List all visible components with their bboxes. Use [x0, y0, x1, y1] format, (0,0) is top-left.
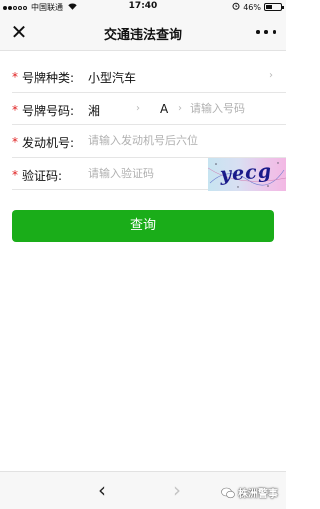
bottom-bar: ‹ › 株洲警事 [0, 471, 286, 509]
watermark: 株洲警事 [221, 485, 278, 500]
required-mark: * [12, 167, 18, 182]
watermark-text: 株洲警事 [238, 489, 278, 500]
captcha-image[interactable]: yecg [208, 157, 286, 191]
required-mark: * [12, 102, 18, 117]
alarm-icon [232, 2, 240, 12]
wechat-logo-icon [221, 487, 235, 499]
back-icon[interactable]: ‹ [98, 480, 106, 500]
captcha-input[interactable] [88, 166, 218, 180]
engine-row: * 发动机号: [12, 125, 286, 158]
captcha-label: 验证码: [22, 168, 63, 183]
required-mark: * [12, 70, 18, 84]
captcha-row: * 验证码: yecg [12, 157, 286, 191]
page-title: 交通违法查询 [103, 28, 182, 43]
engine-label: 发动机号: [22, 136, 75, 150]
forward-icon: › [173, 478, 181, 502]
battery-icon [264, 3, 284, 11]
nav-bar: ✕ 交通违法查询 [0, 14, 286, 51]
chevron-right-icon: › [269, 70, 273, 81]
plate-province-select[interactable]: 湘 [88, 102, 100, 119]
query-form: * 号牌种类: 小型汽车 › * 号牌号码: 湘 › A › * 发动机号: *… [0, 60, 286, 191]
engine-number-input[interactable] [88, 134, 258, 147]
plate-type-value[interactable]: 小型汽车 [88, 69, 136, 86]
status-right: 46% [232, 2, 284, 12]
query-button[interactable]: 查询 [12, 210, 274, 242]
plate-number-input[interactable] [190, 101, 286, 115]
plate-type-label: 号牌种类: [22, 71, 75, 85]
chevron-right-icon: › [178, 102, 182, 114]
required-mark: * [12, 135, 18, 149]
more-icon[interactable] [256, 26, 276, 38]
captcha-text: yecg [219, 159, 273, 186]
battery-percent: 46% [243, 2, 261, 12]
plate-letter-select[interactable]: A [160, 102, 168, 116]
status-bar: 中国联通 17:40 46% [0, 0, 286, 14]
chevron-right-icon: › [136, 102, 140, 114]
plate-number-label: 号牌号码: [22, 103, 75, 118]
plate-number-row: * 号牌号码: 湘 › A › [12, 93, 286, 125]
plate-type-row[interactable]: * 号牌种类: 小型汽车 › [12, 60, 286, 93]
